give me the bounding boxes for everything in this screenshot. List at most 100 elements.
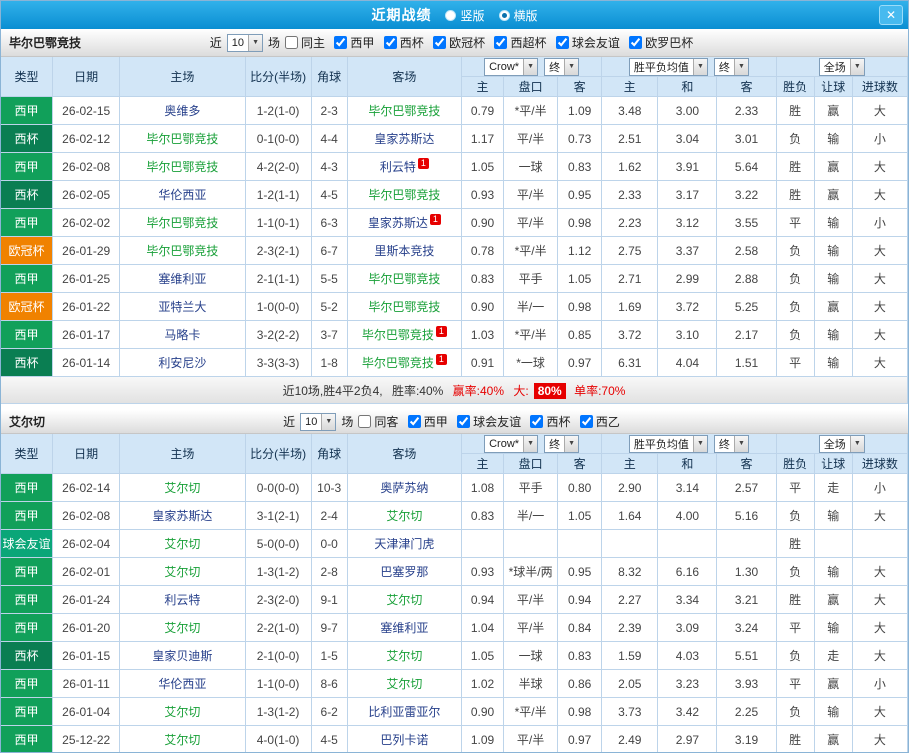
away-team-link[interactable]: 比利亚雷亚尔 [368, 705, 440, 719]
checkbox-input[interactable] [555, 35, 569, 49]
home-team-link[interactable]: 华伦西亚 [158, 188, 206, 202]
away-team-link[interactable]: 毕尔巴鄂竞技 [368, 272, 440, 286]
away-team-link[interactable]: 皇家苏斯达 [374, 132, 434, 146]
away-team-link[interactable]: 艾尔切 [386, 509, 422, 523]
away-team-link[interactable]: 毕尔巴鄂竞技 [362, 328, 434, 342]
league-filter-checkbox[interactable]: 西乙 [579, 413, 620, 430]
league-cell: 西甲 [1, 321, 54, 349]
home-team-link[interactable]: 毕尔巴鄂竞技 [146, 216, 218, 230]
match-row: 西甲 26-02-02 毕尔巴鄂竞技 1-1(0-1) 6-3 皇家苏斯达 1 0… [1, 209, 908, 237]
checkbox-input[interactable] [383, 35, 397, 49]
scope-select[interactable]: 全场 ▼ [818, 57, 865, 76]
checkbox-input[interactable] [285, 35, 299, 49]
home-team-cell: 艾尔切 [120, 474, 246, 502]
home-team-link[interactable]: 皇家苏斯达 [152, 509, 212, 523]
checkbox-input[interactable] [457, 414, 471, 428]
home-team-link[interactable]: 利安尼沙 [158, 356, 206, 370]
league-cell: 西甲 [1, 502, 54, 530]
avg-home-cell: 1.64 [602, 502, 659, 530]
away-team-link[interactable]: 毕尔巴鄂竞技 [368, 300, 440, 314]
odds-away-cell: 0.85 [558, 321, 603, 349]
avg-draw-cell: 3.14 [658, 474, 718, 502]
home-team-cell: 艾尔切 [120, 558, 246, 586]
away-team-link[interactable]: 巴列卡诺 [380, 733, 428, 747]
league-filter-checkbox[interactable]: 西杯 [383, 34, 424, 51]
away-team-link[interactable]: 利云特 [380, 160, 416, 174]
avg-final-select[interactable]: 终 ▼ [713, 434, 749, 453]
avg-type-select[interactable]: 胜平负均值 ▼ [628, 57, 708, 76]
away-team-link[interactable]: 毕尔巴鄂竞技 [368, 188, 440, 202]
home-team-link[interactable]: 艾尔切 [164, 565, 200, 579]
avg-home-cell: 3.72 [602, 321, 659, 349]
checkbox-input[interactable] [530, 414, 544, 428]
away-team-link[interactable]: 奥萨苏纳 [380, 481, 428, 495]
home-team-link[interactable]: 毕尔巴鄂竞技 [146, 244, 218, 258]
avg-type-select[interactable]: 胜平负均值 ▼ [628, 434, 708, 453]
home-team-link[interactable]: 艾尔切 [164, 705, 200, 719]
league-cell: 西杯 [1, 125, 54, 153]
bookmaker-select[interactable]: Crow* ▼ [484, 434, 539, 453]
home-team-link[interactable]: 华伦西亚 [158, 677, 206, 691]
away-team-link[interactable]: 皇家苏斯达 [368, 216, 428, 230]
away-team-link[interactable]: 毕尔巴鄂竞技 [368, 104, 440, 118]
avg-final-select[interactable]: 终 ▼ [713, 57, 749, 76]
checkbox-input[interactable] [358, 414, 372, 428]
home-team-link[interactable]: 马略卡 [164, 328, 200, 342]
league-filter-checkbox[interactable]: 同主 [285, 34, 325, 51]
home-team-link[interactable]: 毕尔巴鄂竞技 [146, 160, 218, 174]
home-team-link[interactable]: 毕尔巴鄂竞技 [146, 132, 218, 146]
away-team-cell: 皇家苏斯达 1 [347, 209, 462, 237]
bookmaker-select[interactable]: Crow* ▼ [484, 57, 539, 76]
handicap-result-cell: 走 [814, 474, 853, 502]
league-filter-checkbox[interactable]: 球会友谊 [555, 34, 620, 51]
home-team-link[interactable]: 艾尔切 [164, 481, 200, 495]
away-team-link[interactable]: 艾尔切 [386, 649, 422, 663]
away-team-link[interactable]: 毕尔巴鄂竞技 [362, 356, 434, 370]
league-filter-checkbox[interactable]: 球会友谊 [457, 413, 521, 430]
home-team-link[interactable]: 利云特 [164, 593, 200, 607]
match-count-select[interactable]: 10 ▼ [300, 412, 337, 431]
away-team-link[interactable]: 里斯本竞技 [374, 244, 434, 258]
checkbox-input[interactable] [407, 414, 421, 428]
away-team-link[interactable]: 天津津门虎 [374, 537, 434, 551]
chevron-down-icon: ▼ [849, 435, 864, 452]
home-team-link[interactable]: 亚特兰大 [158, 300, 206, 314]
close-button[interactable]: ✕ [879, 5, 903, 25]
league-filter-checkbox[interactable]: 西甲 [334, 34, 374, 51]
away-team-cell: 艾尔切 [347, 586, 462, 614]
handicap-line-cell: *平/半 [504, 321, 559, 349]
league-filter-checkbox[interactable]: 西甲 [407, 413, 448, 430]
home-team-link[interactable]: 奥维多 [164, 104, 200, 118]
league-filter-checkbox[interactable]: 欧罗巴杯 [629, 34, 693, 51]
col-header-date: 日期 [53, 57, 121, 97]
odds-final-select[interactable]: 终 ▼ [544, 434, 580, 453]
league-filter-checkbox[interactable]: 同客 [358, 413, 398, 430]
home-team-link[interactable]: 艾尔切 [164, 733, 200, 747]
layout-radio-horizontal[interactable]: 横版 [498, 7, 538, 24]
away-team-cell: 毕尔巴鄂竞技 [347, 181, 462, 209]
scope-select[interactable]: 全场 ▼ [818, 434, 865, 453]
league-filter-checkbox[interactable]: 西杯 [530, 413, 571, 430]
goals-cell: 小 [852, 209, 908, 237]
away-team-link[interactable]: 艾尔切 [386, 593, 422, 607]
avg-draw-cell: 3.17 [658, 181, 718, 209]
league-filter-checkbox[interactable]: 西超杯 [494, 34, 547, 51]
home-team-link[interactable]: 塞维利亚 [158, 272, 206, 286]
away-team-link[interactable]: 塞维利亚 [380, 621, 428, 635]
away-team-link[interactable]: 巴塞罗那 [380, 565, 428, 579]
home-team-link[interactable]: 艾尔切 [164, 537, 200, 551]
home-team-link[interactable]: 皇家贝迪斯 [152, 649, 212, 663]
checkbox-input[interactable] [334, 35, 348, 49]
layout-radio-vertical[interactable]: 竖版 [445, 7, 485, 24]
checkbox-input[interactable] [433, 35, 447, 49]
match-count-select[interactable]: 10 ▼ [226, 33, 264, 52]
league-filter-checkbox[interactable]: 欧冠杯 [433, 34, 485, 51]
away-team-link[interactable]: 艾尔切 [386, 677, 422, 691]
checkbox-input[interactable] [629, 35, 643, 49]
checkbox-input[interactable] [579, 414, 593, 428]
odds-away-cell: 0.97 [558, 349, 603, 377]
radio-label-vertical: 竖版 [460, 8, 485, 23]
odds-final-select[interactable]: 终 ▼ [544, 57, 580, 76]
home-team-link[interactable]: 艾尔切 [164, 621, 200, 635]
checkbox-input[interactable] [494, 35, 508, 49]
